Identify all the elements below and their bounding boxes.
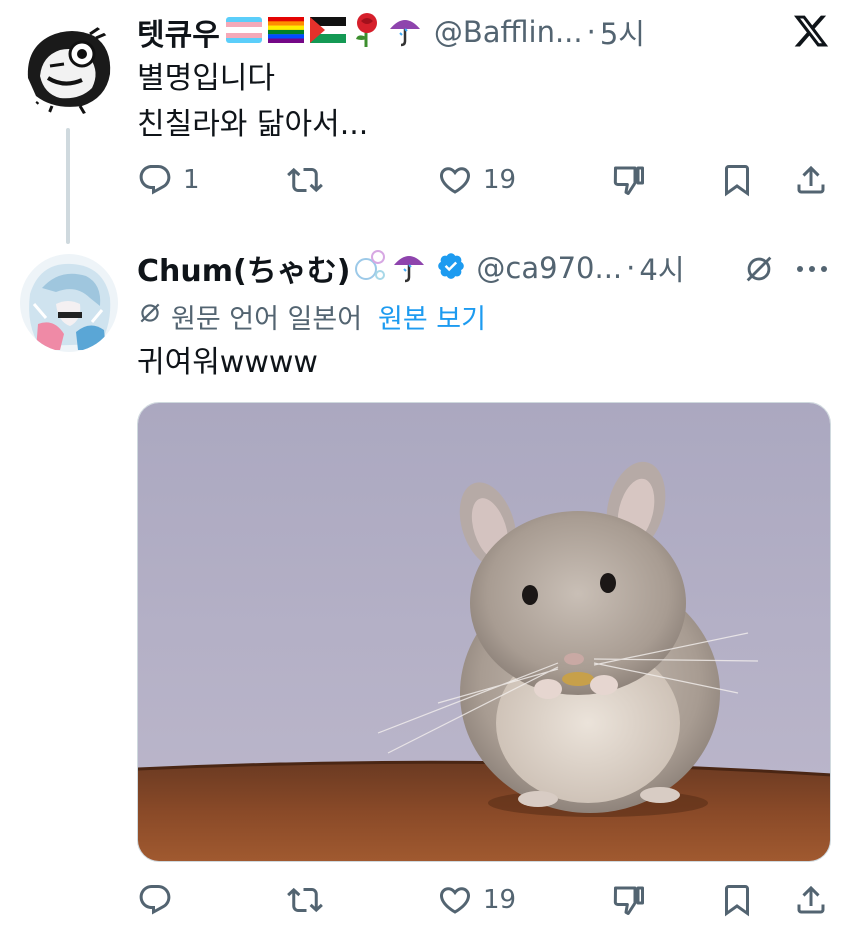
separator-dot: ·: [586, 15, 596, 49]
bubbles-icon: [354, 249, 386, 287]
retweet-icon: [287, 887, 323, 913]
timestamp[interactable]: 5시: [600, 11, 645, 53]
reply-count: 1: [183, 165, 200, 195]
tweet-actions: 19: [137, 878, 831, 922]
bookmark-icon: [725, 885, 749, 917]
transgender-flag-icon: [225, 17, 262, 47]
avatar-chum[interactable]: [20, 254, 118, 352]
retweet-button[interactable]: [287, 878, 323, 922]
reply-icon: [139, 165, 171, 195]
dislike-button[interactable]: [611, 878, 647, 922]
avatar-tenkyuu[interactable]: [20, 18, 118, 116]
retweet-button[interactable]: [287, 158, 323, 202]
translated-icon: [137, 300, 163, 333]
tweet-reply[interactable]: Chum(ちゃむ) @ca970... · 4시 원문 언어 일본어 원본 보기…: [0, 240, 850, 936]
rose-icon: [352, 13, 382, 51]
thumbs-down-icon: [613, 886, 644, 915]
like-count: 19: [483, 165, 517, 195]
like-button[interactable]: 19: [437, 158, 516, 202]
user-handle[interactable]: @ca970...: [476, 251, 622, 285]
reply-button[interactable]: [137, 878, 183, 922]
like-count: 19: [483, 885, 517, 915]
heart-icon: [439, 887, 471, 914]
tweet-text-line-1: 별명입니다: [137, 61, 275, 96]
more-options-icon[interactable]: [794, 254, 830, 284]
share-button[interactable]: [793, 158, 829, 202]
tweet-header: 텟큐우 @Bafflin... · 5시: [137, 10, 645, 54]
thumbs-down-icon: [613, 166, 644, 195]
translate-toggle-icon[interactable]: [742, 252, 776, 286]
retweet-icon: [287, 167, 323, 193]
timestamp[interactable]: 4시: [639, 247, 684, 289]
umbrella-icon: [392, 249, 426, 287]
translation-note: 원문 언어 일본어: [171, 303, 363, 335]
tweet-header: Chum(ちゃむ) @ca970... · 4시: [137, 246, 685, 290]
tweet-text-line-2: 친칠라와 닮아서...: [137, 107, 369, 142]
palestine-flag-icon: [309, 17, 346, 47]
bookmark-icon: [725, 165, 749, 197]
reply-button[interactable]: 1: [137, 158, 200, 202]
bookmark-button[interactable]: [719, 878, 755, 922]
heart-icon: [439, 167, 471, 194]
reply-icon: [139, 885, 171, 915]
like-button[interactable]: 19: [437, 878, 516, 922]
x-logo-icon[interactable]: [792, 12, 830, 50]
translation-notice: 원문 언어 일본어 원본 보기: [137, 296, 486, 336]
display-name[interactable]: Chum(ちゃむ): [137, 246, 350, 290]
show-original-link[interactable]: 원본 보기: [378, 297, 486, 336]
user-handle[interactable]: @Bafflin...: [434, 15, 583, 49]
share-icon: [797, 885, 825, 914]
tweet-parent[interactable]: 텟큐우 @Bafflin... · 5시 별명입니다 친칠라와 닮아서... 1: [0, 0, 850, 244]
dislike-button[interactable]: [611, 158, 647, 202]
media-photo-chinchilla[interactable]: [137, 402, 831, 862]
verified-badge-icon[interactable]: [436, 251, 466, 285]
umbrella-icon: [388, 13, 422, 51]
display-name[interactable]: 텟큐우: [137, 10, 220, 54]
rainbow-flag-icon: [267, 17, 304, 47]
tweet-text: 귀여워wwww: [137, 345, 318, 380]
separator-dot: ·: [626, 251, 636, 285]
thread-connector-line: [66, 128, 70, 244]
tweet-actions: 1 19: [137, 158, 831, 202]
bookmark-button[interactable]: [719, 158, 755, 202]
share-icon: [797, 165, 825, 194]
share-button[interactable]: [793, 878, 829, 922]
